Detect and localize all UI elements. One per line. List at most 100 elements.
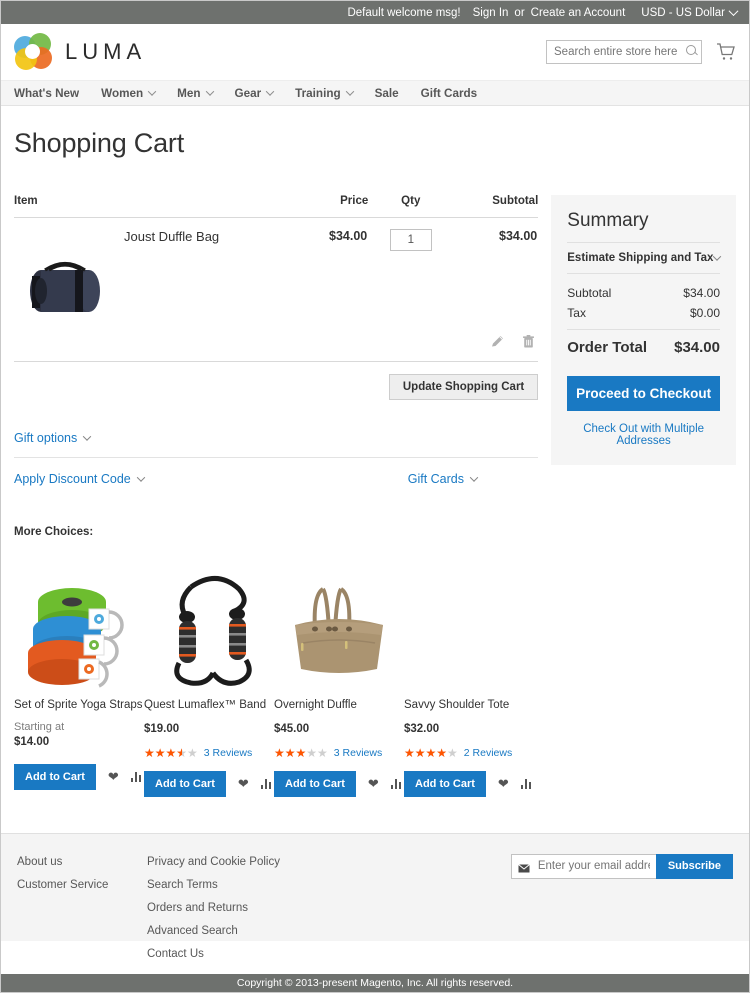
luma-logo-icon <box>14 33 52 71</box>
product-price: $19.00 <box>144 722 180 735</box>
footer-link-search-terms[interactable]: Search Terms <box>147 874 280 897</box>
summary-column: Summary Estimate Shipping and Tax Subtot… <box>551 195 736 486</box>
estimate-shipping-tax-toggle[interactable]: Estimate Shipping and Tax <box>567 243 722 274</box>
main-navigation: What's New Women Men Gear Training Sale … <box>1 80 749 106</box>
footer-link-orders-returns[interactable]: Orders and Returns <box>147 897 280 920</box>
product-image-overnight-duffle[interactable] <box>274 554 404 694</box>
footer-link-contact-us[interactable]: Contact Us <box>147 943 280 966</box>
product-name[interactable]: Joust Duffle Bag <box>116 218 278 329</box>
nav-item-sale[interactable]: Sale <box>375 87 399 100</box>
cart-icon[interactable] <box>716 43 736 61</box>
order-total-row: Order Total $34.00 <box>567 329 720 356</box>
totals-block: Subtotal $34.00 Tax $0.00 Order Total $3… <box>567 274 720 362</box>
qty-input[interactable] <box>389 229 432 251</box>
update-shopping-cart-button[interactable]: Update Shopping Cart <box>388 374 539 400</box>
nav-label: Gift Cards <box>420 86 478 100</box>
chevron-down-icon <box>82 432 92 441</box>
nav-label: Gear <box>234 86 262 100</box>
heart-wishlist-icon[interactable]: ❤ <box>108 769 119 785</box>
chevron-down-icon <box>136 473 145 482</box>
heart-wishlist-icon[interactable]: ❤ <box>498 776 509 792</box>
newsletter-email-input[interactable] <box>510 853 656 879</box>
add-to-cart-button[interactable]: Add to Cart <box>404 770 486 797</box>
qty-cell <box>368 218 453 329</box>
sign-in-link[interactable]: Sign In <box>473 7 509 19</box>
pencil-edit-icon[interactable] <box>490 334 505 349</box>
logo-text: LUMA <box>65 39 147 64</box>
main-content: Shopping Cart Item Price Qty Subtotal Jo… <box>1 128 749 797</box>
product-price: $34.00 <box>329 229 368 243</box>
discount-label: Apply Discount Code <box>14 472 131 486</box>
product-name[interactable]: Overnight Duffle <box>274 698 404 713</box>
nav-label: Men <box>177 86 201 100</box>
order-summary: Summary Estimate Shipping and Tax Subtot… <box>551 195 736 465</box>
list-item: Set of Sprite Yoga Straps Starting at $1… <box>14 554 144 797</box>
gift-cards-label: Gift Cards <box>407 472 464 486</box>
bar-compare-icon[interactable] <box>390 778 402 790</box>
add-to-cart-button[interactable]: Add to Cart <box>14 763 96 790</box>
chevron-down-icon <box>205 87 214 96</box>
footer-link-advanced-search[interactable]: Advanced Search <box>147 920 280 943</box>
logo[interactable]: LUMA <box>14 33 146 71</box>
product-name[interactable]: Set of Sprite Yoga Straps <box>14 698 144 713</box>
list-item: Quest Lumaflex™ Band $19.00 ★★★★★★★★★★ 3… <box>144 554 274 797</box>
item-actions-row <box>14 328 539 362</box>
product-image-quest-lumaflex-band[interactable] <box>144 554 274 694</box>
divider <box>14 457 539 458</box>
footer-link-privacy[interactable]: Privacy and Cookie Policy <box>147 851 280 874</box>
copyright-bar: Copyright © 2013-present Magento, Inc. A… <box>1 974 749 992</box>
trash-delete-icon[interactable] <box>521 334 536 349</box>
search-input[interactable] <box>546 40 702 64</box>
footer-column-1: About us Customer Service <box>17 851 147 924</box>
rating: ★★★★★★★★★★ 3 Reviews <box>274 747 404 760</box>
subscribe-button[interactable]: Subscribe <box>655 853 733 879</box>
reviews-link[interactable]: 3 Reviews <box>334 747 382 759</box>
nav-item-gear[interactable]: Gear <box>234 86 275 100</box>
summary-title: Summary <box>567 210 649 231</box>
nav-item-gift-cards[interactable]: Gift Cards <box>421 87 478 100</box>
newsletter-input-wrap <box>510 853 656 879</box>
add-to-cart-button[interactable]: Add to Cart <box>144 770 226 797</box>
gift-options-toggle[interactable]: Gift options <box>14 431 92 445</box>
footer-link-about-us[interactable]: About us <box>17 851 147 874</box>
product-image-savvy-shoulder-tote[interactable] <box>404 554 534 694</box>
search-icon[interactable] <box>686 45 696 55</box>
starting-at-label: Starting at <box>14 720 65 733</box>
nav-item-whats-new[interactable]: What's New <box>14 87 79 100</box>
col-qty: Qty <box>368 195 454 218</box>
currency-label: USD - US Dollar <box>641 6 725 19</box>
chevron-down-icon <box>265 87 275 96</box>
bar-compare-icon[interactable] <box>260 778 272 790</box>
create-account-link[interactable]: Create an Account <box>531 7 626 19</box>
subtotal-value: $34.00 <box>683 286 720 300</box>
nav-item-men[interactable]: Men <box>177 86 214 100</box>
welcome-message: Default welcome msg! <box>347 6 461 19</box>
rating: ★★★★★★★★★★ 3 Reviews <box>144 747 274 760</box>
list-item: Savvy Shoulder Tote $32.00 ★★★★★★★★★★ 2 … <box>404 554 534 797</box>
footer-link-customer-service[interactable]: Customer Service <box>17 874 147 897</box>
add-to-cart-button[interactable]: Add to Cart <box>274 770 356 797</box>
currency-switcher[interactable]: USD - US Dollar <box>641 6 739 19</box>
nav-item-training[interactable]: Training <box>295 86 354 100</box>
product-price: $14.00 <box>14 735 50 748</box>
proceed-to-checkout-button[interactable]: Proceed to Checkout <box>567 376 720 411</box>
col-subtotal: Subtotal <box>453 195 539 218</box>
heart-wishlist-icon[interactable]: ❤ <box>238 776 249 792</box>
reviews-link[interactable]: 3 Reviews <box>204 747 252 759</box>
product-thumbnail[interactable] <box>14 218 116 329</box>
bar-compare-icon[interactable] <box>130 771 142 783</box>
apply-discount-code-toggle[interactable]: Apply Discount Code <box>14 472 145 486</box>
nav-item-women[interactable]: Women <box>101 87 157 100</box>
page-root: Default welcome msg! Sign In or Create a… <box>0 0 750 993</box>
product-name[interactable]: Savvy Shoulder Tote <box>404 698 534 713</box>
product-name[interactable]: Quest Lumaflex™ Band <box>144 698 274 713</box>
star-rating-icon: ★★★★★★★★★★ <box>274 746 328 761</box>
reviews-link[interactable]: 2 Reviews <box>464 747 512 759</box>
product-image-sprite-yoga-straps[interactable] <box>14 554 144 694</box>
heart-wishlist-icon[interactable]: ❤ <box>368 776 379 792</box>
nav-label: Training <box>295 86 341 100</box>
chevron-down-icon <box>147 87 157 96</box>
bar-compare-icon[interactable] <box>520 778 532 790</box>
gift-cards-toggle[interactable]: Gift Cards <box>407 472 479 486</box>
checkout-multiple-addresses-link[interactable]: Check Out with Multiple Addresses <box>567 423 720 447</box>
